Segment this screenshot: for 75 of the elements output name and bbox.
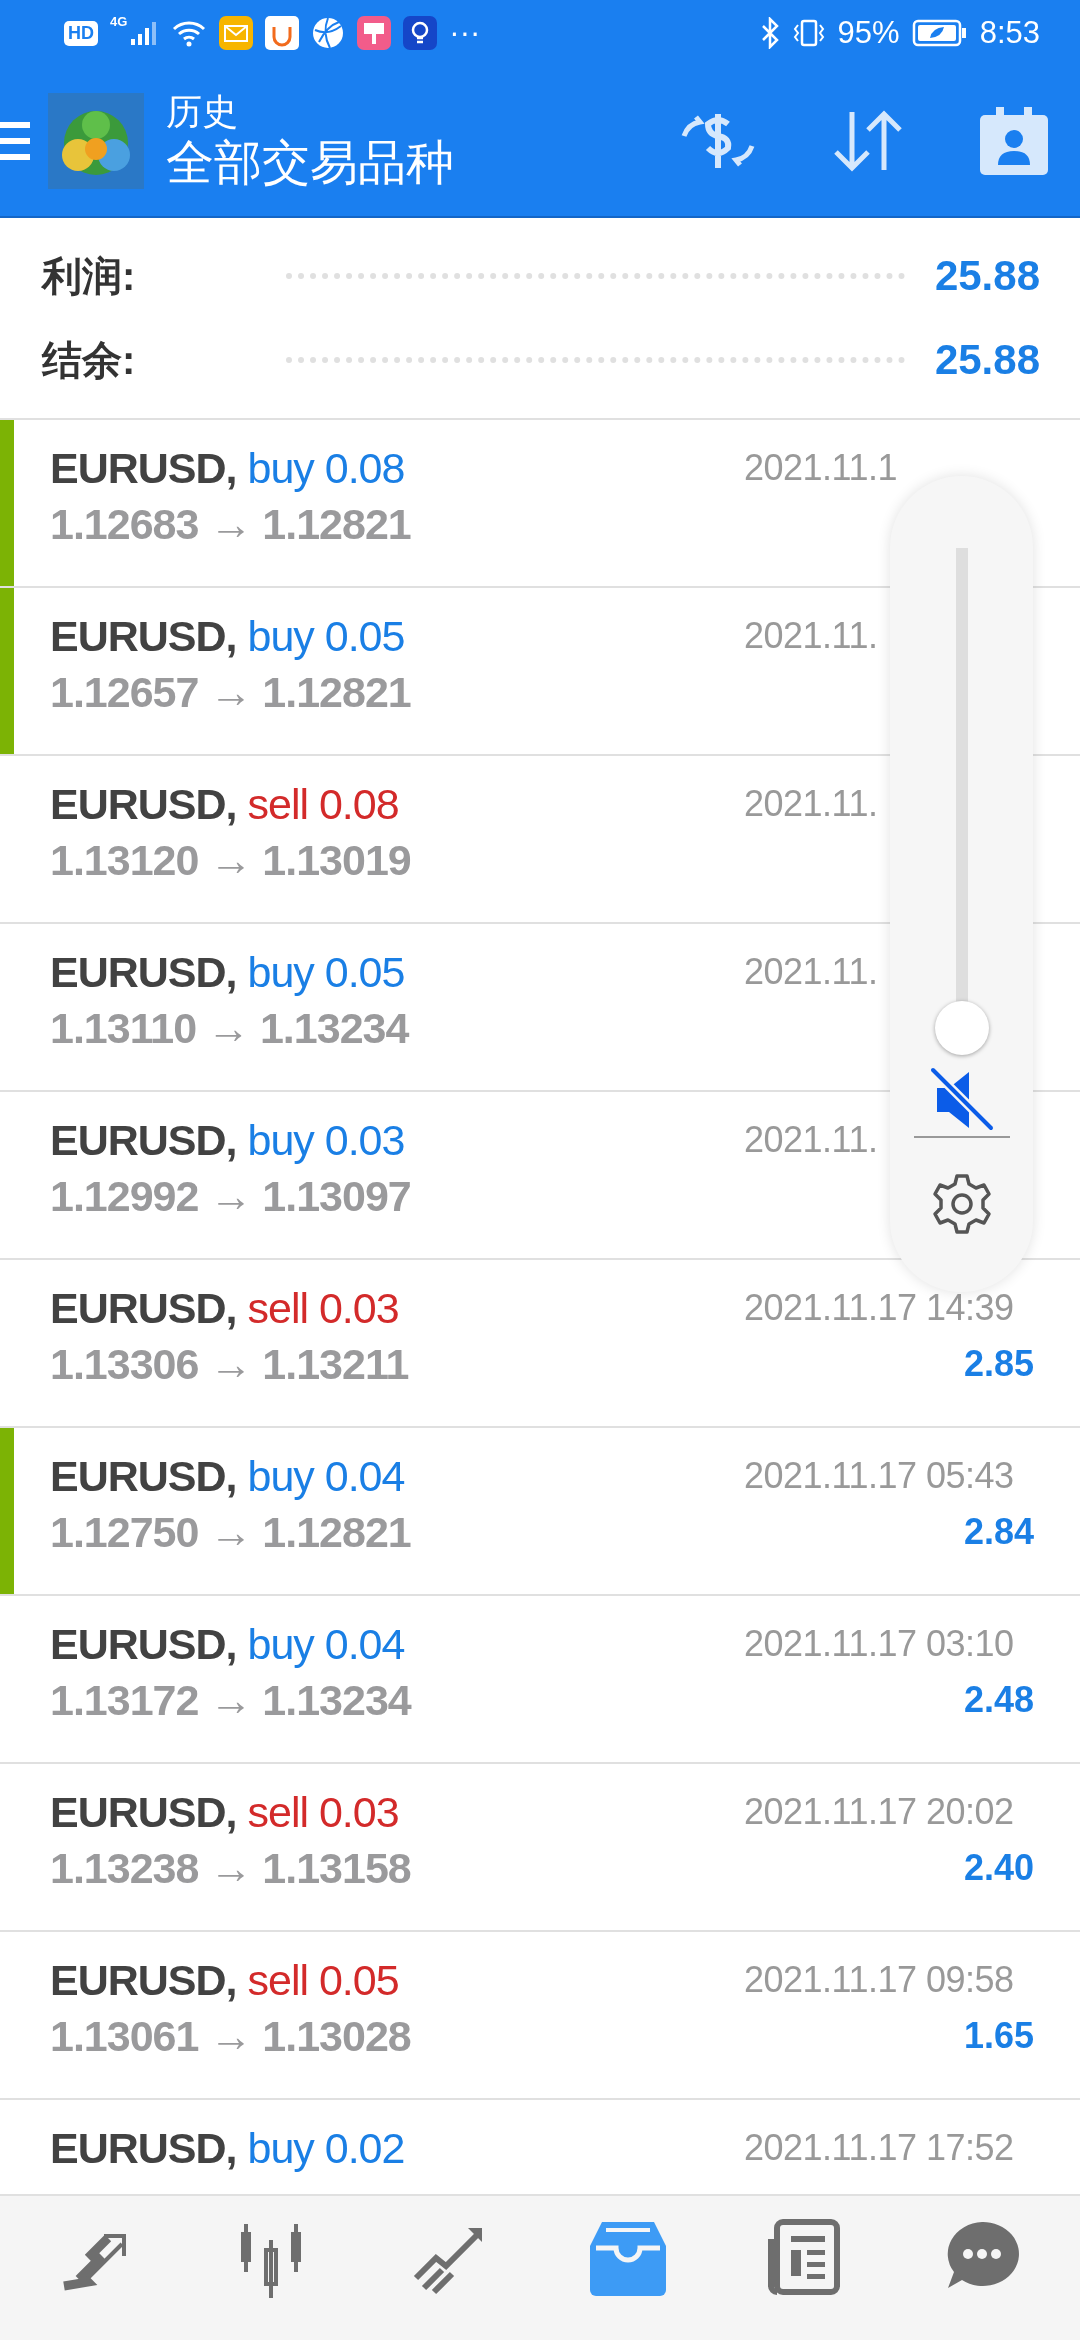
profit-value: 2.40	[963, 1846, 1034, 1890]
price-text: 1.12992 → 1.13097	[50, 1171, 412, 1222]
app-icon	[265, 16, 300, 50]
order-text: sell 0.03	[247, 1284, 399, 1332]
order-text: buy 0.04	[247, 1452, 405, 1500]
symbol-filter-title[interactable]: 全部交易品种	[166, 134, 678, 192]
order-text: buy 0.04	[247, 1620, 405, 1668]
price-text: 1.13110 → 1.13234	[50, 1003, 411, 1054]
profit-value: 2.85	[963, 1342, 1034, 1386]
trade-time: 2021.11.17 05:43	[744, 1454, 1014, 1498]
price-text: 1.13306 → 1.13211	[50, 1339, 410, 1390]
summary-value: 25.88	[934, 252, 1040, 300]
vibrate-icon	[791, 18, 826, 48]
hd-badge: HD	[64, 20, 98, 46]
price-text: 1.12657 → 1.12821	[50, 667, 412, 718]
trade-time: 2021.11.17 03:10	[744, 1622, 1014, 1666]
clock-time: 8:53	[979, 15, 1040, 51]
trade-time: 2021.11.17 14:39	[744, 1286, 1014, 1330]
trade-time: 2021.11.	[744, 782, 878, 826]
price-text: 1.12750 → 1.12821	[50, 1507, 412, 1558]
symbol-text: EURUSD,	[50, 444, 237, 492]
price-text: 1.13238 → 1.13158	[50, 1843, 412, 1894]
app-logo-icon	[48, 93, 144, 189]
price-text: 1.13172 → 1.13234	[50, 1675, 413, 1726]
mail-icon	[219, 16, 254, 50]
trade-time: 2021.11.	[744, 614, 878, 658]
speaker-muted-icon[interactable]	[928, 1066, 995, 1132]
price-text: 1.13120 → 1.13019	[50, 835, 412, 886]
symbol-text: EURUSD,	[50, 1620, 237, 1668]
order-text: buy 0.08	[247, 444, 405, 492]
symbol-text: EURUSD,	[50, 780, 237, 828]
network-label: 4G	[110, 14, 128, 29]
profit-value: 1.65	[963, 2014, 1034, 2058]
trade-time: 2021.11.17 09:58	[744, 1958, 1014, 2002]
order-text: sell 0.03	[247, 1788, 399, 1836]
symbol-text: EURUSD,	[50, 612, 237, 660]
order-text: buy 0.05	[247, 612, 405, 660]
order-text: sell 0.05	[247, 1956, 399, 2004]
order-text: buy 0.03	[247, 1116, 405, 1164]
order-text: buy 0.05	[247, 948, 405, 996]
trade-row[interactable]: EURUSD, sell 0.05 1.13061 → 1.13028 2021.11.17 09:58 1.65	[0, 1932, 1080, 2100]
symbol-text: EURUSD,	[50, 1452, 237, 1500]
calendar-person-icon[interactable]	[978, 105, 1050, 177]
symbol-text: EURUSD,	[50, 1284, 237, 1332]
screen-title: 历史	[166, 90, 239, 134]
trade-row[interactable]: EURUSD, sell 0.03 1.13238 → 1.13158 2021.11.17 20:02 2.40	[0, 1764, 1080, 1932]
bluetooth-icon	[759, 17, 780, 49]
summary-value: 25.88	[934, 336, 1040, 384]
symbol-text: EURUSD,	[50, 2124, 237, 2172]
paint-brush-icon	[357, 16, 392, 50]
trade-time: 2021.11.1	[744, 446, 897, 490]
trade-time: 2021.11.	[744, 950, 878, 994]
summary-label: 利润:	[42, 252, 137, 300]
light-bulb-icon	[403, 16, 438, 50]
profit-value: 2.48	[963, 1678, 1034, 1722]
symbol-text: EURUSD,	[50, 1116, 237, 1164]
wifi-icon	[171, 19, 208, 47]
summary-label: 结余:	[42, 336, 137, 384]
slider-thumb[interactable]	[934, 1001, 989, 1055]
battery-icon	[911, 18, 968, 48]
more-notifications-label: ···	[449, 15, 481, 51]
symbol-text: EURUSD,	[50, 1956, 237, 2004]
price-text: 1.13061 → 1.13028	[50, 2011, 412, 2062]
trade-time: 2021.11.17 17:52	[744, 2126, 1014, 2170]
globe-icon	[311, 16, 346, 50]
trade-time: 2021.11.	[744, 1118, 878, 1162]
order-text: buy 0.02	[247, 2124, 405, 2172]
price-text: 1.12683 → 1.12821	[50, 499, 412, 550]
trade-row[interactable]: EURUSD, buy 0.04 1.13172 → 1.13234 2021.11.17 03:10 2.48	[0, 1596, 1080, 1764]
order-text: sell 0.08	[247, 780, 399, 828]
symbol-text: EURUSD,	[50, 948, 237, 996]
symbol-text: EURUSD,	[50, 1788, 237, 1836]
trade-time: 2021.11.17 20:02	[744, 1790, 1014, 1834]
battery-percent: 95%	[837, 15, 900, 51]
profit-value: 2.84	[963, 1510, 1034, 1554]
